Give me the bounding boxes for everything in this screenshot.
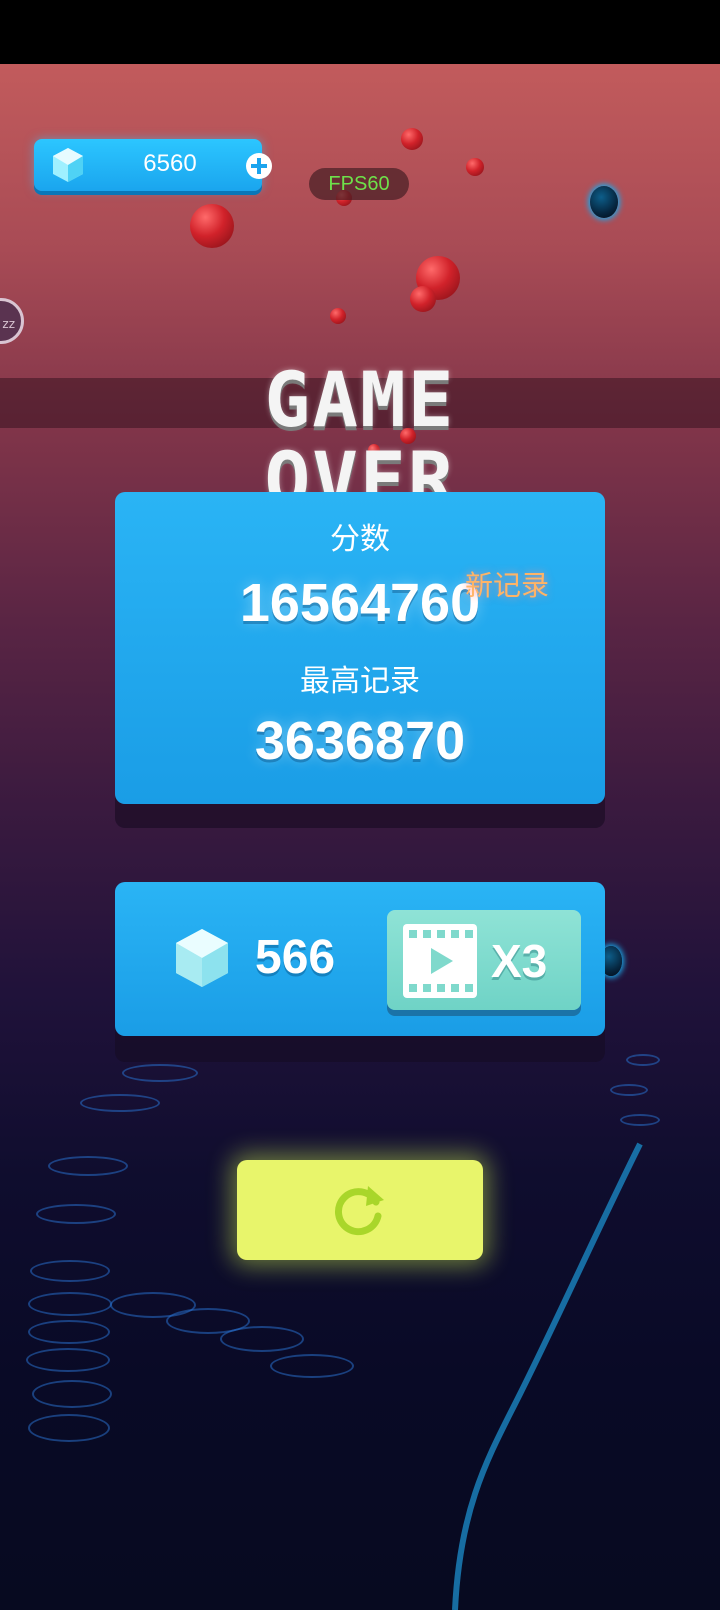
restart-icon xyxy=(335,1186,384,1236)
game-scene xyxy=(0,64,720,1610)
gem-count: 6560 xyxy=(143,150,197,177)
best-score-value: 3636870 xyxy=(254,711,466,771)
gem-icon xyxy=(53,148,83,182)
add-gems-button[interactable] xyxy=(246,153,272,179)
gem-counter: 6560 xyxy=(34,139,272,191)
multiplier-label: X3 xyxy=(491,935,548,987)
status-bar xyxy=(0,0,720,64)
new-record-badge: 新记录 xyxy=(465,569,550,602)
gem-icon xyxy=(176,929,228,987)
game-over-title: GAME OVER xyxy=(264,355,456,524)
score-card: 分数 16564760 新记录 最高记录 3636870 xyxy=(115,492,605,804)
fps-counter: FPS60 xyxy=(309,168,409,200)
best-score-label: 最高记录 xyxy=(300,664,420,699)
watch-ad-triple-button[interactable]: X3 xyxy=(387,910,581,1010)
score-label: 分数 xyxy=(330,522,390,557)
restart-button[interactable] xyxy=(237,1160,483,1260)
track-line xyxy=(452,1142,643,1610)
reward-gem-amount: 566 xyxy=(255,931,336,984)
reward-card: 566 X3 xyxy=(115,882,605,1036)
video-icon xyxy=(403,924,477,998)
